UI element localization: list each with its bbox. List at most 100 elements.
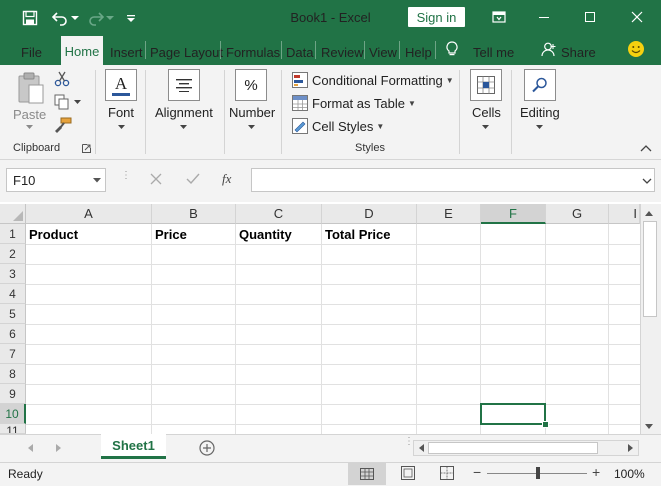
save-icon[interactable] [19,7,41,29]
undo-icon[interactable] [49,7,71,29]
font-icon[interactable]: A [105,69,137,101]
tab-home[interactable]: Home [61,36,103,66]
cells-label[interactable]: Cells [472,105,501,120]
tab-review[interactable]: Review [321,40,364,65]
tab-view[interactable]: View [369,40,397,65]
scroll-down-icon[interactable] [644,423,654,431]
minimize-icon[interactable] [532,6,556,28]
cells-icon[interactable] [470,69,502,101]
cell-c1[interactable]: Quantity [236,224,322,244]
page-layout-view-icon[interactable] [401,466,415,480]
tab-file[interactable]: File [21,40,42,65]
collapse-ribbon-icon[interactable] [640,144,652,152]
row-header-11[interactable]: 11 [0,424,26,434]
scroll-up-icon[interactable] [644,209,654,217]
zoom-level[interactable]: 100% [614,467,645,481]
tab-help[interactable]: Help [405,40,432,65]
row-header-8[interactable]: 8 [0,364,26,384]
confirm-entry-icon[interactable] [186,173,200,185]
name-box[interactable]: F10 [6,168,106,192]
editing-icon[interactable] [524,69,556,101]
number-format-icon[interactable]: % [235,69,267,101]
lightbulb-icon[interactable] [446,41,458,57]
cell-b1[interactable]: Price [152,224,236,244]
undo-dropdown-icon[interactable] [69,7,81,29]
next-sheet-icon[interactable] [55,443,62,453]
alignment-icon[interactable] [168,69,200,101]
copy-dropdown-icon[interactable] [74,100,81,105]
row-header-5[interactable]: 5 [0,304,26,324]
column-header-a[interactable]: A [26,204,152,224]
page-break-preview-icon[interactable] [440,466,454,480]
column-header-i[interactable]: I [609,204,640,224]
fill-handle[interactable] [542,421,549,428]
sign-in-button[interactable]: Sign in [408,7,465,27]
cell-a1[interactable]: Product [26,224,152,244]
cell-styles-button[interactable]: Cell Styles ▼ [292,116,384,136]
expand-formula-bar-icon[interactable] [642,178,652,184]
column-header-c[interactable]: C [236,204,322,224]
paste-label[interactable]: Paste [13,107,46,122]
number-label[interactable]: Number [229,105,275,120]
sheet-tab-sheet1[interactable]: Sheet1 [101,434,166,459]
scroll-right-icon[interactable] [627,443,635,453]
column-header-b[interactable]: B [152,204,236,224]
editing-dropdown-icon[interactable] [536,125,543,130]
insert-function-icon[interactable]: fx [222,171,231,187]
formula-input[interactable] [251,168,655,192]
cell-d1[interactable]: Total Price [322,224,417,244]
prev-sheet-icon[interactable] [27,443,34,453]
cells-dropdown-icon[interactable] [482,125,489,130]
zoom-in-button[interactable]: + [592,464,600,480]
share-icon[interactable] [541,42,557,57]
row-header-4[interactable]: 4 [0,284,26,304]
name-box-dropdown-icon[interactable] [93,178,101,183]
normal-view-icon[interactable] [348,463,386,485]
alignment-dropdown-icon[interactable] [180,125,187,130]
editing-label[interactable]: Editing [520,105,560,120]
clipboard-dialog-launcher-icon[interactable] [82,144,91,153]
cut-icon[interactable] [54,71,70,87]
row-header-3[interactable]: 3 [0,264,26,284]
ribbon-display-options-icon[interactable] [487,6,511,28]
tell-me-search[interactable]: Tell me [473,40,514,65]
active-cell-f10[interactable] [480,403,546,425]
new-sheet-icon[interactable] [199,440,215,456]
format-painter-icon[interactable] [54,117,72,133]
font-dropdown-icon[interactable] [118,125,125,130]
alignment-label[interactable]: Alignment [155,105,213,120]
column-header-g[interactable]: G [546,204,609,224]
tab-split-grip[interactable]: ⋮ [404,437,414,454]
row-header-9[interactable]: 9 [0,384,26,404]
column-header-d[interactable]: D [322,204,417,224]
zoom-slider-thumb[interactable] [536,467,540,479]
copy-icon[interactable] [54,94,70,110]
feedback-smiley-icon[interactable] [627,40,645,58]
zoom-out-button[interactable]: − [473,464,481,480]
select-all-button[interactable] [0,204,26,224]
row-header-2[interactable]: 2 [0,244,26,264]
redo-dropdown-icon[interactable] [104,7,116,29]
row-header-6[interactable]: 6 [0,324,26,344]
tab-formulas[interactable]: Formulas [226,40,280,65]
tab-data[interactable]: Data [286,40,313,65]
format-as-table-button[interactable]: Format as Table ▼ [292,93,416,113]
number-dropdown-icon[interactable] [248,125,255,130]
font-label[interactable]: Font [108,105,134,120]
formula-bar-grip[interactable]: ⋮ [121,171,131,188]
column-header-f[interactable]: F [481,204,546,224]
share-button[interactable]: Share [561,40,596,65]
close-icon[interactable] [625,6,649,28]
conditional-formatting-button[interactable]: Conditional Formatting ▼ [292,70,454,90]
paste-dropdown-icon[interactable] [26,125,33,130]
row-header-1[interactable]: 1 [0,224,26,244]
row-header-7[interactable]: 7 [0,344,26,364]
maximize-icon[interactable] [578,6,602,28]
vertical-scroll-thumb[interactable] [643,221,657,317]
tab-page-layout[interactable]: Page Layout [150,40,223,65]
tab-insert[interactable]: Insert [110,40,143,65]
customize-qat-icon[interactable] [120,7,142,29]
horizontal-scroll-thumb[interactable] [428,442,598,454]
column-header-e[interactable]: E [417,204,481,224]
cancel-entry-icon[interactable] [150,173,162,185]
